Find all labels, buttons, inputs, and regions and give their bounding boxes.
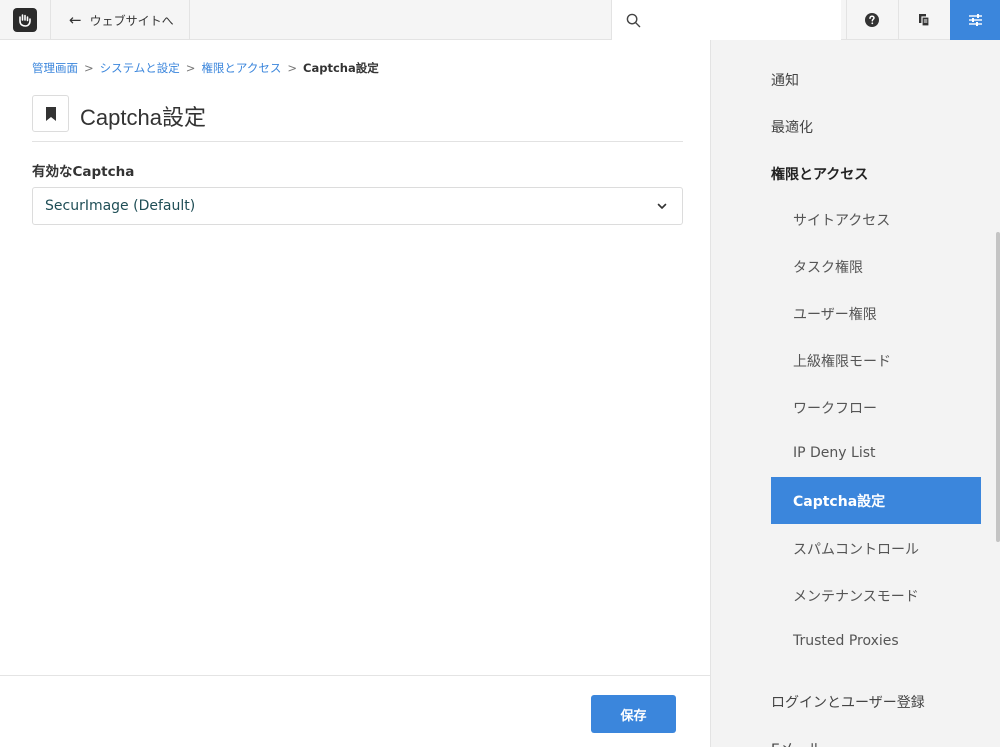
pages-button[interactable] — [898, 0, 948, 40]
sidebar-item-site-access[interactable]: サイトアクセス — [793, 210, 890, 230]
arrow-left-icon: ← — [69, 11, 82, 29]
sidebar-item-maintenance-mode[interactable]: メンテナンスモード — [793, 586, 919, 606]
sidebar-item-ip-deny-list[interactable]: IP Deny List — [793, 445, 876, 461]
page-title: Captcha設定 — [80, 105, 206, 130]
bookmark-button[interactable] — [32, 95, 69, 132]
form-footer: 保存 — [0, 675, 710, 747]
breadcrumb: 管理画面 > システムと設定 > 権限とアクセス > Captcha設定 — [32, 60, 379, 76]
save-button[interactable]: 保存 — [591, 695, 676, 733]
sidebar-item-trusted-proxies[interactable]: Trusted Proxies — [793, 633, 899, 649]
breadcrumb-permissions-access[interactable]: 権限とアクセス — [201, 61, 281, 75]
main-content: 管理画面 > システムと設定 > 権限とアクセス > Captcha設定 Captcha設定… — [0, 40, 710, 747]
settings-sidebar: 通知 最適化 権限とアクセス サイトアクセス タスク権限 ユーザー権限 上級権限… — [710, 40, 1000, 747]
search-icon — [626, 13, 641, 27]
concrete-hand-icon — [13, 8, 37, 32]
sidebar-item-task-permissions[interactable]: タスク権限 — [793, 257, 863, 277]
bookmark-icon — [45, 106, 56, 121]
breadcrumb-separator: > — [84, 61, 94, 75]
settings-button[interactable] — [950, 0, 1000, 40]
breadcrumb-current: Captcha設定 — [303, 61, 379, 75]
captcha-select-value: SecurImage (Default) — [45, 198, 196, 214]
back-to-website-label: ウェブサイトへ — [89, 13, 174, 28]
copy-icon — [918, 14, 930, 27]
help-button[interactable] — [846, 0, 896, 40]
logo[interactable] — [0, 0, 50, 40]
breadcrumb-dashboard[interactable]: 管理画面 — [32, 61, 78, 75]
sidebar-section-permissions[interactable]: 権限とアクセス — [771, 164, 868, 184]
breadcrumb-system-settings[interactable]: システムと設定 — [100, 61, 180, 75]
page-header: Captcha設定 — [32, 95, 683, 142]
breadcrumb-separator: > — [287, 61, 298, 75]
sliders-icon — [968, 14, 982, 26]
top-toolbar: ← ウェブサイトへ — [0, 0, 1000, 40]
sidebar-item-email[interactable]: Eメール — [771, 739, 822, 747]
sidebar-item-login-registration[interactable]: ログインとユーザー登録 — [771, 692, 925, 712]
back-to-website-link[interactable]: ← ウェブサイトへ — [50, 0, 190, 40]
sidebar-item-optimization[interactable]: 最適化 — [771, 117, 813, 137]
sidebar-item-spam-control[interactable]: スパムコントロール — [793, 539, 919, 559]
search-box[interactable] — [611, 0, 841, 40]
chevron-down-icon — [657, 203, 667, 209]
question-circle-icon — [864, 13, 879, 27]
captcha-select[interactable]: SecurImage (Default) — [32, 187, 683, 225]
sidebar-item-notifications[interactable]: 通知 — [771, 70, 799, 90]
search-input[interactable] — [649, 0, 841, 40]
sidebar-item-captcha[interactable]: Captcha設定 — [771, 477, 981, 524]
breadcrumb-separator: > — [185, 61, 196, 75]
sidebar-item-user-permissions[interactable]: ユーザー権限 — [793, 304, 877, 324]
sidebar-item-workflow[interactable]: ワークフロー — [793, 398, 877, 418]
sidebar-scrollbar[interactable] — [996, 232, 1000, 542]
sidebar-item-advanced-permissions[interactable]: 上級権限モード — [793, 351, 891, 371]
active-captcha-label: 有効なCaptcha — [32, 164, 135, 180]
